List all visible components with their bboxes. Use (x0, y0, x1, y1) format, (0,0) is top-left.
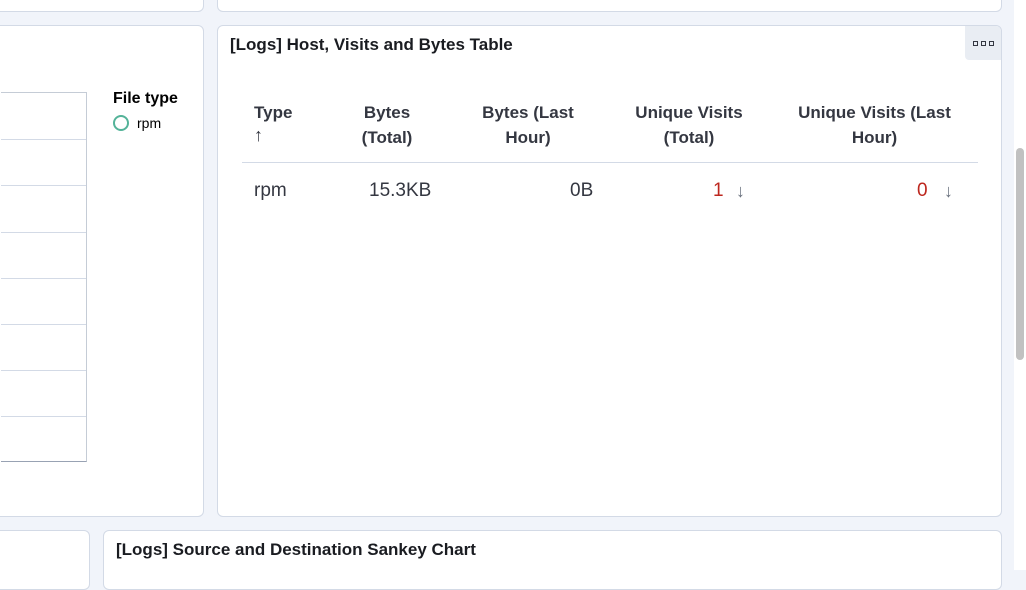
legend-item-rpm[interactable]: rpm (113, 115, 161, 131)
chart-panel: File type rpm (0, 25, 204, 517)
legend-item-label: rpm (137, 115, 162, 131)
dashboard-panel-top-left (0, 0, 204, 12)
dashboard-panel-bottom-left (0, 530, 90, 590)
column-header-unique-visits-last-hour[interactable]: Unique Visits (Last Hour) (782, 100, 967, 150)
column-header-bytes-total[interactable]: Bytes (Total) (352, 100, 422, 150)
grid-line (1, 185, 86, 186)
grid-line (1, 324, 86, 325)
panel-title: [Logs] Host, Visits and Bytes Table (230, 35, 513, 54)
legend-color-dot (113, 115, 129, 131)
cell-unique-visits-last-hour: 0 (917, 180, 928, 201)
column-header-bytes-last-hour[interactable]: Bytes (Last Hour) (468, 100, 588, 150)
scrollbar-thumb[interactable] (1016, 148, 1024, 360)
cell-bytes-total: 15.3KB (369, 180, 432, 201)
panel-title: [Logs] Source and Destination Sankey Cha… (116, 540, 476, 559)
trend-down-icon: ↓ (944, 181, 953, 201)
legend-title: File type (113, 90, 178, 107)
header-divider (242, 162, 978, 163)
trend-down-icon: ↓ (736, 181, 745, 201)
sort-ascending-icon: ↑ (254, 125, 263, 145)
cell-unique-visits-total: 1 (713, 180, 724, 201)
column-header-label: Type (254, 103, 293, 122)
grid-line (1, 232, 86, 233)
options-menu-icon (988, 40, 994, 46)
dashboard-panel-top-right (217, 0, 1002, 12)
sankey-panel: [Logs] Source and Destination Sankey Cha… (103, 530, 1002, 590)
page-scrollbar[interactable] (1014, 0, 1026, 570)
options-menu-icon (972, 40, 978, 46)
grid-line (1, 370, 86, 371)
grid-line (1, 278, 86, 279)
cell-type: rpm (254, 180, 287, 201)
chart-plot-area (1, 92, 87, 462)
column-header-type[interactable]: Type ↑ (254, 100, 314, 145)
table-panel: [Logs] Host, Visits and Bytes Table Type… (217, 25, 1002, 517)
column-header-unique-visits-total[interactable]: Unique Visits (Total) (624, 100, 754, 150)
options-menu-icon (980, 40, 986, 46)
cell-bytes-last-hour: 0B (570, 180, 594, 201)
grid-line (1, 139, 86, 140)
panel-options-button[interactable] (965, 26, 1001, 60)
grid-line (1, 416, 86, 417)
